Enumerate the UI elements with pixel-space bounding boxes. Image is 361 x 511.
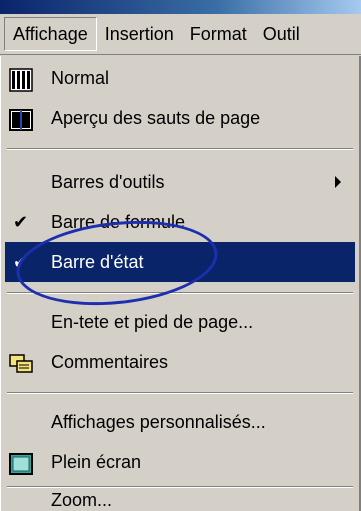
menu-item-label: Barre de formule — [51, 212, 186, 232]
menu-separator — [7, 292, 353, 294]
menu-item-label: Affichages personnalisés... — [51, 412, 266, 432]
menu-item-full-screen[interactable]: Plein écran — [5, 442, 355, 482]
menu-item-label: Zoom... — [51, 490, 113, 510]
affichage-dropdown-menu: Normal Aperçu des sauts de page Barres d… — [0, 56, 361, 511]
menu-affichage[interactable]: Affichage — [4, 17, 97, 51]
menu-item-label: Plein écran — [51, 452, 142, 472]
menu-separator — [7, 148, 353, 150]
menu-item-status-bar[interactable]: ✔ Barre d'état — [5, 242, 355, 282]
menu-outils[interactable]: Outil — [255, 18, 308, 50]
page-break-preview-icon — [9, 106, 33, 131]
normal-view-icon — [9, 66, 33, 92]
submenu-arrow-icon — [335, 176, 341, 188]
menu-item-toolbars[interactable]: Barres d'outils — [5, 162, 355, 202]
menu-item-label: En-tete et pied de page... — [51, 312, 254, 332]
window-title-bar — [0, 0, 361, 14]
checkmark-icon: ✔ — [13, 252, 29, 272]
menu-separator — [7, 392, 353, 394]
menu-format[interactable]: Format — [182, 18, 255, 50]
menu-item-label: Normal — [51, 68, 110, 88]
checkmark-icon: ✔ — [13, 212, 29, 232]
menu-item-label: Commentaires — [51, 352, 169, 372]
menu-item-zoom[interactable]: Zoom... — [5, 490, 355, 510]
menu-item-page-break-preview[interactable]: Aperçu des sauts de page — [5, 98, 355, 138]
full-screen-icon — [9, 450, 33, 475]
menu-item-header-footer[interactable]: En-tete et pied de page... — [5, 302, 355, 342]
menu-item-label: Aperçu des sauts de page — [51, 108, 261, 128]
comments-icon — [9, 350, 33, 374]
menu-item-normal[interactable]: Normal — [5, 58, 355, 98]
menu-item-formula-bar[interactable]: ✔ Barre de formule — [5, 202, 355, 242]
menu-bar: Affichage Insertion Format Outil — [0, 14, 361, 55]
menu-item-custom-views[interactable]: Affichages personnalisés... — [5, 402, 355, 442]
menu-separator — [7, 486, 353, 488]
menu-item-label: Barre d'état — [51, 252, 144, 272]
menu-insertion[interactable]: Insertion — [97, 18, 182, 50]
menu-item-label: Barres d'outils — [51, 172, 165, 192]
menu-item-comments[interactable]: Commentaires — [5, 342, 355, 382]
